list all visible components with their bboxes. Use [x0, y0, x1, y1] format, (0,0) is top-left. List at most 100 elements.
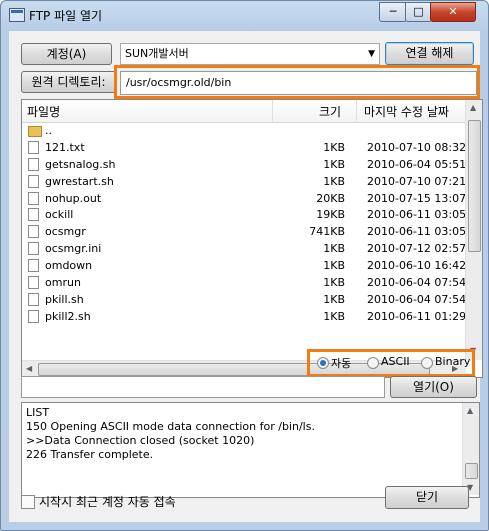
- close-button[interactable]: 닫기: [385, 486, 469, 509]
- list-item[interactable]: getsnalog.sh 1KB 2010-06-04 05:51: [22, 157, 468, 174]
- file-name: ..: [45, 124, 52, 137]
- file-list[interactable]: 파일명 크기 마지막 수정 날짜 .. 121.txt 1KB 2010-07-10…: [21, 99, 483, 378]
- ftp-log[interactable]: LIST 150 Opening ASCII mode data connect…: [21, 402, 480, 498]
- window-title: FTP 파일 열기: [29, 9, 103, 23]
- scroll-up-icon[interactable]: ▲: [467, 406, 473, 415]
- folder-icon: [28, 126, 42, 137]
- radio-label: ASCII: [381, 355, 410, 368]
- file-size: 1KB: [323, 140, 345, 154]
- list-item[interactable]: nohup.out 20KB 2010-07-15 13:07: [22, 191, 468, 208]
- scroll-thumb[interactable]: [468, 120, 481, 252]
- file-name: omdown: [45, 259, 93, 273]
- open-button[interactable]: 열기(O): [390, 376, 477, 398]
- radio-indicator: [367, 357, 379, 369]
- file-icon: [28, 292, 39, 306]
- maximize-button[interactable]: □: [405, 2, 432, 22]
- auto-connect-checkbox[interactable]: [21, 495, 35, 509]
- file-size: 1KB: [323, 259, 345, 273]
- file-name: ocsmgr: [45, 225, 86, 239]
- transfer-mode-group: 자동 ASCII Binary: [317, 352, 474, 374]
- file-date: 2010-07-10 08:32: [367, 140, 467, 154]
- file-size: 1KB: [323, 174, 345, 188]
- file-name: nohup.out: [45, 191, 102, 205]
- column-header-date[interactable]: 마지막 수정 날짜: [364, 103, 449, 120]
- file-icon: [28, 174, 39, 188]
- log-line: LIST: [26, 406, 50, 419]
- scroll-up-icon[interactable]: ▲: [470, 103, 476, 112]
- file-size: 20KB: [316, 191, 345, 205]
- file-name: omrun: [45, 276, 81, 290]
- file-date: 2010-06-04 07:54: [367, 276, 467, 290]
- account-select[interactable]: SUN개발서버 ▼: [120, 43, 380, 65]
- dialog-client-area: 계정(A) SUN개발서버 ▼ 연결 해제 원격 디렉토리: /usr/ocsm…: [9, 31, 483, 522]
- list-item[interactable]: pkill.sh 1KB 2010-06-04 07:54: [22, 292, 468, 309]
- column-divider[interactable]: [272, 100, 273, 122]
- file-list-header: 파일명 크기 마지막 수정 날짜: [22, 100, 468, 123]
- radio-indicator: [317, 357, 329, 369]
- file-size: 19KB: [316, 208, 345, 222]
- file-date: 2010-06-11 03:05: [367, 208, 467, 222]
- log-line: 226 Transfer complete.: [26, 448, 154, 461]
- file-size: 1KB: [323, 276, 345, 290]
- column-header-size[interactable]: 크기: [319, 103, 341, 120]
- log-vertical-scrollbar[interactable]: ▲ ▼: [462, 403, 479, 495]
- list-item[interactable]: ..: [22, 123, 468, 140]
- file-name: ockill: [45, 208, 74, 222]
- auto-connect-label[interactable]: 시작시 최근 계정 자동 접속: [39, 493, 176, 510]
- file-date: 2010-06-11 01:29: [367, 309, 467, 323]
- ftp-open-dialog: FTP 파일 열기 ─ □ ✕ 계정(A) SUN개발서버 ▼ 연결 해제 원격…: [0, 0, 489, 531]
- window-app-icon: [9, 8, 25, 22]
- file-list-rows: .. 121.txt 1KB 2010-07-10 08:32 getsnalog.…: [22, 123, 468, 326]
- log-line: 150 Opening ASCII mode data connection f…: [26, 420, 315, 433]
- column-divider[interactable]: [356, 100, 357, 122]
- file-icon: [28, 309, 39, 323]
- file-name: ocsmgr.ini: [45, 242, 102, 256]
- close-window-button[interactable]: ✕: [430, 2, 476, 22]
- file-size: 1KB: [323, 242, 345, 256]
- file-name: 121.txt: [45, 140, 85, 154]
- file-icon: [28, 259, 39, 273]
- chevron-down-icon: ▼: [368, 49, 375, 59]
- list-item[interactable]: omrun 1KB 2010-06-04 07:54: [22, 275, 468, 292]
- account-button[interactable]: 계정(A): [21, 43, 112, 65]
- file-name: getsnalog.sh: [45, 157, 116, 171]
- scroll-left-icon[interactable]: ◀: [26, 364, 32, 373]
- file-date: 2010-06-10 16:42: [367, 259, 467, 273]
- file-date: 2010-07-10 07:21: [367, 174, 467, 188]
- list-item[interactable]: 121.txt 1KB 2010-07-10 08:32: [22, 140, 468, 157]
- file-icon: [28, 157, 39, 171]
- file-size: 741KB: [309, 225, 345, 239]
- file-size: 1KB: [323, 292, 345, 306]
- file-size: 1KB: [323, 157, 345, 171]
- command-input[interactable]: [21, 376, 385, 398]
- list-item[interactable]: ocsmgr.ini 1KB 2010-07-12 02:57: [22, 241, 468, 258]
- radio-indicator: [421, 357, 433, 369]
- file-icon: [28, 225, 39, 239]
- account-select-value: SUN개발서버: [125, 47, 189, 60]
- file-icon: [28, 276, 39, 290]
- file-name: pkill2.sh: [45, 309, 91, 323]
- log-line: >>Data Connection closed (socket 1020): [26, 434, 255, 447]
- minimize-button[interactable]: ─: [379, 2, 407, 22]
- list-item[interactable]: gwrestart.sh 1KB 2010-07-10 07:21: [22, 174, 468, 191]
- remote-directory-button[interactable]: 원격 디렉토리:: [21, 71, 116, 93]
- column-header-name[interactable]: 파일명: [27, 103, 60, 120]
- disconnect-button[interactable]: 연결 해제: [385, 42, 474, 65]
- scroll-thumb[interactable]: [465, 463, 478, 479]
- file-icon: [28, 140, 39, 154]
- file-date: 2010-06-04 05:51: [367, 157, 467, 171]
- remote-path-input[interactable]: /usr/ocsmgr.old/bin: [120, 71, 477, 95]
- file-date: 2010-07-15 13:07: [367, 191, 467, 205]
- list-item[interactable]: ocsmgr 741KB 2010-06-11 03:05: [22, 224, 468, 241]
- file-name: gwrestart.sh: [45, 174, 114, 188]
- list-item[interactable]: omdown 1KB 2010-06-10 16:42: [22, 258, 468, 275]
- file-date: 2010-07-12 02:57: [367, 242, 467, 256]
- list-item[interactable]: pkill2.sh 1KB 2010-06-11 01:29: [22, 309, 468, 326]
- file-name: pkill.sh: [45, 292, 84, 306]
- list-item[interactable]: ockill 19KB 2010-06-11 03:05: [22, 207, 468, 224]
- file-date: 2010-06-11 03:05: [367, 225, 467, 239]
- radio-label: 자동: [331, 357, 352, 370]
- file-list-vertical-scrollbar[interactable]: ▲ ▼: [465, 100, 482, 360]
- file-size: 1KB: [323, 309, 345, 323]
- title-bar[interactable]: FTP 파일 열기 ─ □ ✕: [1, 1, 488, 29]
